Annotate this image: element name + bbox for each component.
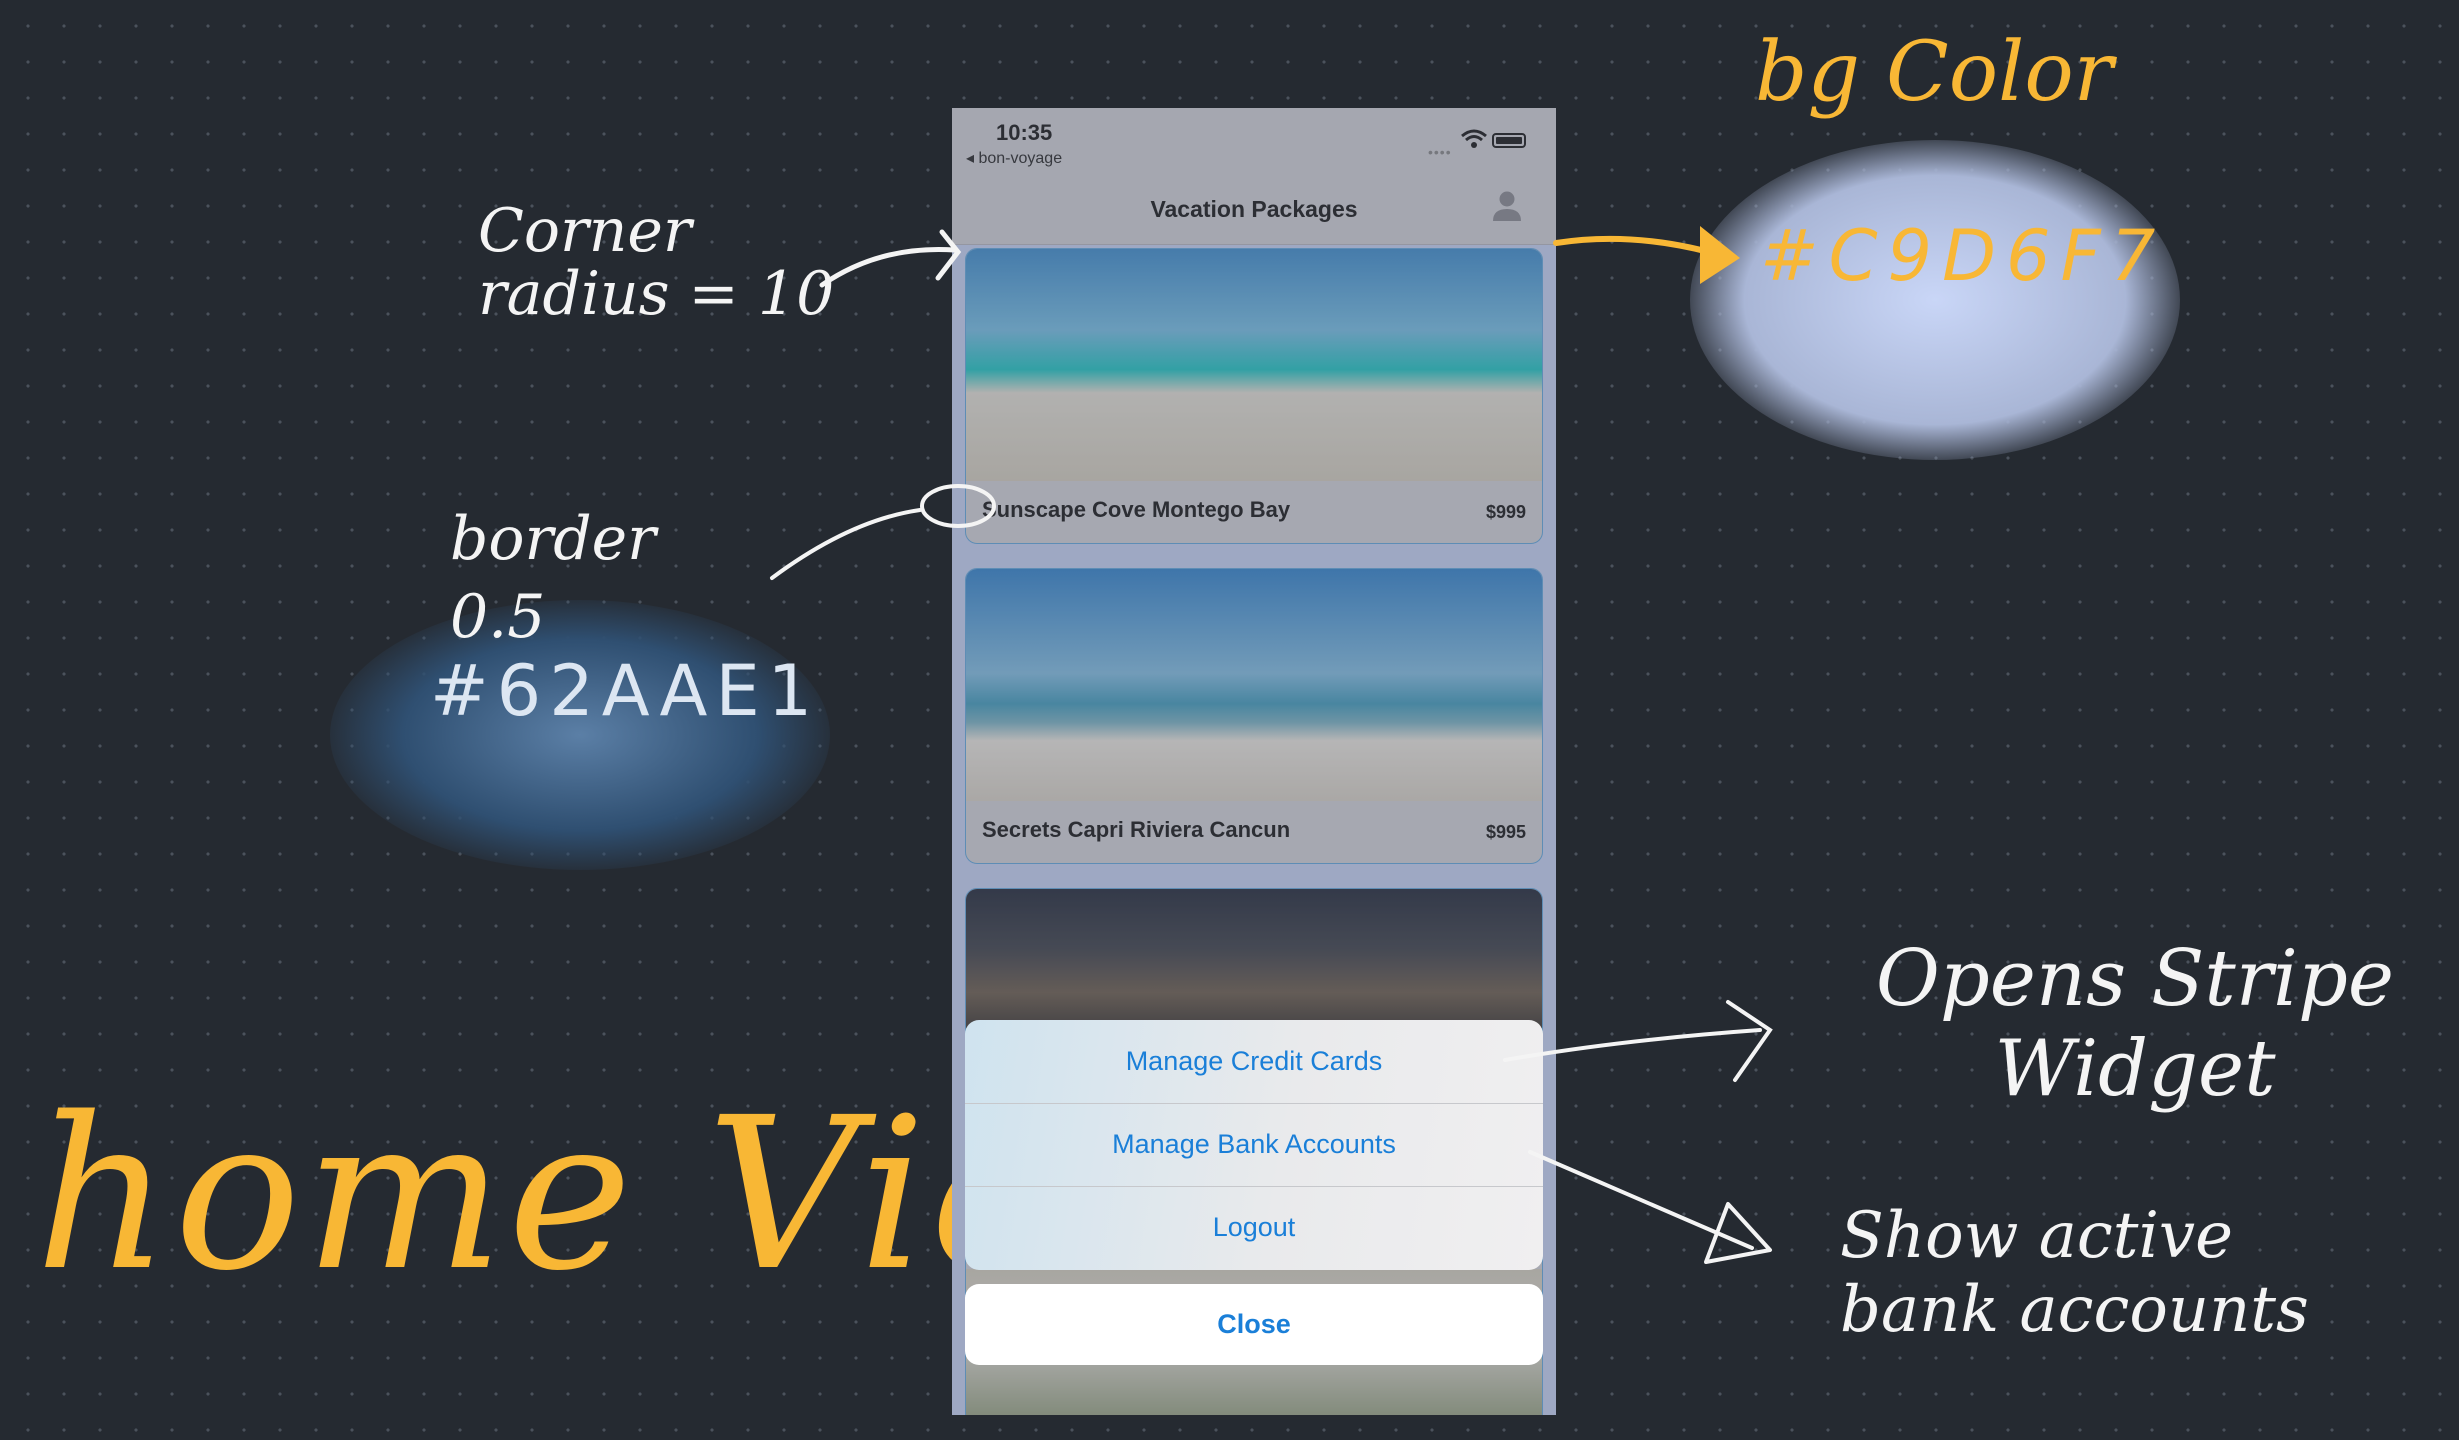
corner-radius-arrow bbox=[819, 246, 958, 288]
stripe-arrowhead bbox=[1726, 1000, 1773, 1082]
bg-color-label: bg Color bbox=[1755, 25, 2113, 120]
bank-arrow bbox=[1528, 1150, 1754, 1250]
bank-accounts-note: Show active bank accounts bbox=[1840, 1199, 2309, 1347]
close-button[interactable]: Close bbox=[965, 1284, 1543, 1365]
bg-color-highlight bbox=[1690, 140, 2180, 460]
stripe-widget-note: Opens Stripe Widget bbox=[1875, 934, 2395, 1114]
bank-arrowhead bbox=[1704, 1202, 1772, 1264]
action-sheet: Manage Credit Cards Manage Bank Accounts… bbox=[965, 1020, 1543, 1270]
bg-color-hex: #C9D6F7 bbox=[1760, 215, 2166, 297]
phone-screen: Sunscape Cove Montego Bay $999 Secrets C… bbox=[952, 108, 1556, 1415]
border-note: border 0.5 bbox=[450, 504, 656, 652]
manage-bank-accounts-button[interactable]: Manage Bank Accounts bbox=[965, 1103, 1543, 1187]
logout-button[interactable]: Logout bbox=[965, 1186, 1543, 1269]
manage-credit-cards-button[interactable]: Manage Credit Cards bbox=[965, 1020, 1543, 1104]
border-pointer-line bbox=[770, 508, 922, 580]
border-hex: #62AAE1 bbox=[430, 650, 821, 732]
corner-radius-note: Corner radius = 10 bbox=[478, 196, 835, 329]
